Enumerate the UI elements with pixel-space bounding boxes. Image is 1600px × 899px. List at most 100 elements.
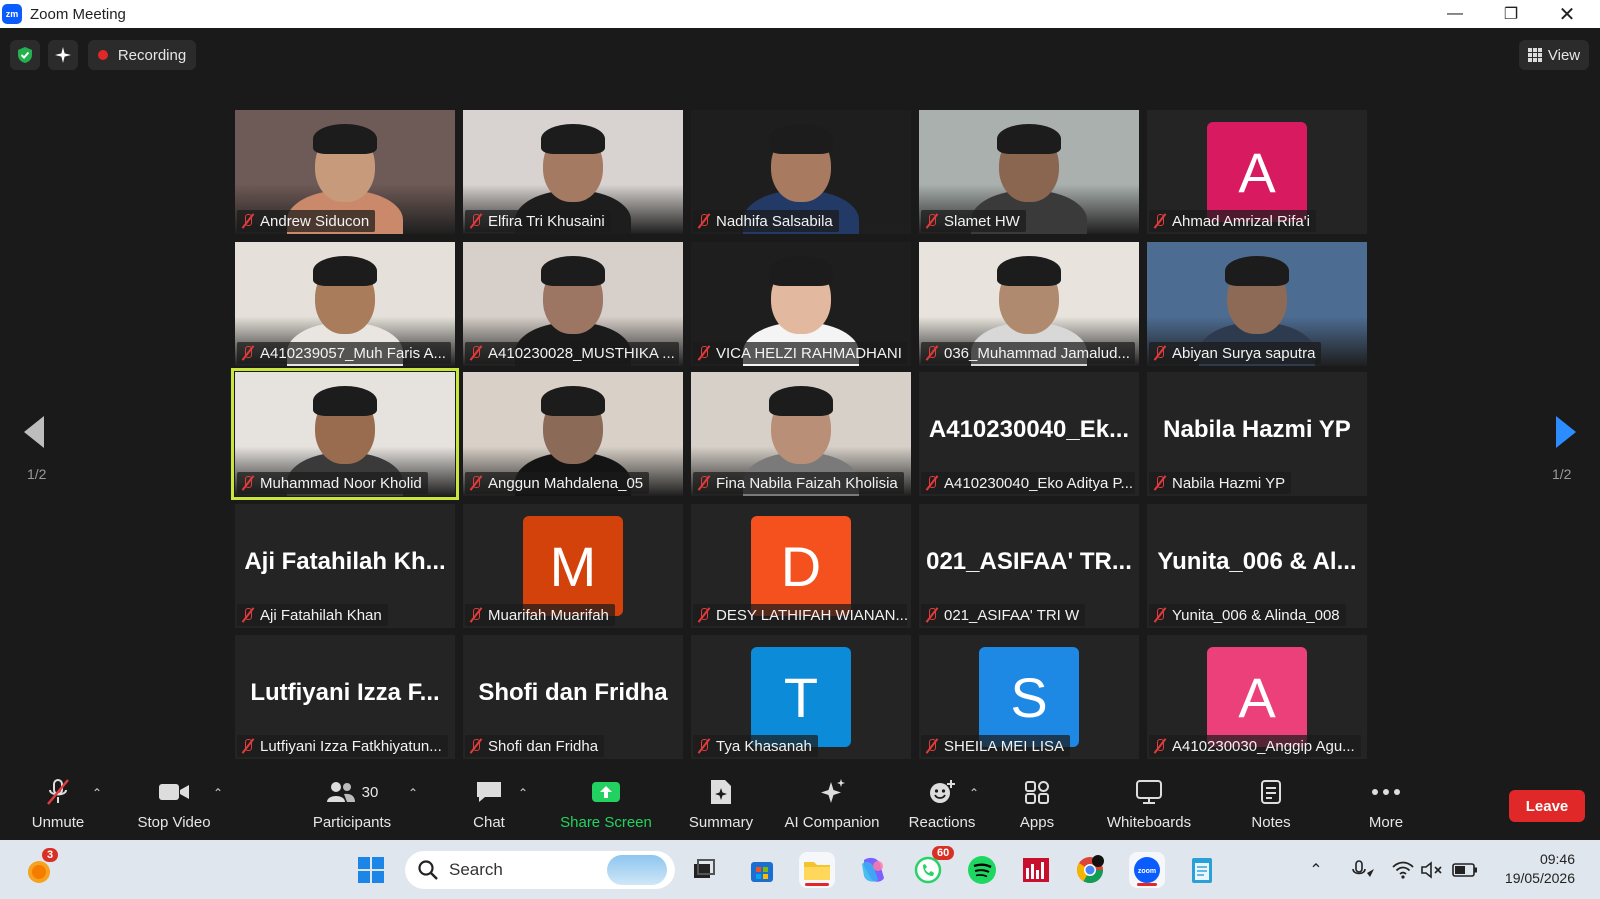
- reactions-options-caret-icon[interactable]: ⌃: [969, 786, 979, 800]
- spotify-icon[interactable]: [964, 852, 1000, 888]
- more-button[interactable]: More: [1354, 770, 1418, 840]
- participant-tile[interactable]: Muhammad Noor Kholid: [231, 368, 459, 500]
- participant-tile[interactable]: 036_Muhammad Jamalud...: [919, 242, 1139, 366]
- stop-video-button[interactable]: Stop Video: [132, 770, 216, 840]
- microsoft-store-icon[interactable]: [744, 852, 780, 888]
- chat-button[interactable]: Chat: [459, 770, 519, 840]
- previous-page-arrow-icon[interactable]: [22, 415, 46, 449]
- participant-tile[interactable]: Aji Fatahilah Kh... Aji Fatahilah Khan: [235, 504, 455, 628]
- copilot-icon[interactable]: [855, 852, 891, 888]
- participant-nametag: A410230030_Anggip Agu...: [1149, 735, 1361, 757]
- participant-tile[interactable]: S SHEILA MEI LISA: [919, 635, 1139, 759]
- participant-avatar: A: [1207, 122, 1307, 222]
- reactions-label: Reactions: [908, 814, 976, 831]
- ai-companion-label: AI Companion: [784, 814, 880, 831]
- reactions-button[interactable]: Reactions: [902, 770, 982, 840]
- participant-display-name: Nabila Hazmi YP: [1163, 416, 1351, 443]
- participant-tile[interactable]: Nabila Hazmi YP Nabila Hazmi YP: [1147, 372, 1367, 496]
- video-options-caret-icon[interactable]: ⌃: [213, 786, 223, 800]
- avatar-letter: M: [549, 534, 597, 598]
- muted-microphone-icon: [469, 607, 483, 623]
- participant-tile[interactable]: A410230028_MUSTHIKA ...: [463, 242, 683, 366]
- participant-tile[interactable]: A Ahmad Amrizal Rifa'i: [1147, 110, 1367, 234]
- notepad-icon[interactable]: [1184, 852, 1220, 888]
- participant-nametag: Aji Fatahilah Khan: [237, 604, 388, 626]
- chrome-icon[interactable]: [1072, 852, 1108, 888]
- microphone-in-use-icon[interactable]: [1349, 852, 1377, 888]
- restore-button[interactable]: ❐: [1483, 0, 1539, 28]
- muted-microphone-icon: [697, 607, 711, 623]
- unmute-button[interactable]: Unmute: [22, 770, 94, 840]
- ai-companion-sparkle-icon: [817, 770, 847, 814]
- spss-icon[interactable]: [1018, 852, 1054, 888]
- participant-tile[interactable]: 021_ASIFAA' TR... 021_ASIFAA' TRI W: [919, 504, 1139, 628]
- minimize-button[interactable]: —: [1427, 0, 1483, 28]
- whatsapp-icon[interactable]: 60: [910, 846, 955, 888]
- ai-sparkle-icon[interactable]: [48, 40, 78, 70]
- reactions-smiley-icon: [927, 770, 957, 814]
- taskbar-search-input[interactable]: Search: [405, 851, 675, 889]
- participants-button[interactable]: 30 Participants: [307, 770, 397, 840]
- avatar-letter: A: [1238, 140, 1276, 204]
- participant-tile[interactable]: Shofi dan Fridha Shofi dan Fridha: [463, 635, 683, 759]
- windows-taskbar: 3 Search 60 zoom ⌃ 09:46 19/05/2026: [0, 840, 1600, 899]
- recording-indicator[interactable]: Recording: [88, 40, 196, 70]
- apps-button[interactable]: Apps: [1005, 770, 1069, 840]
- participant-tile[interactable]: Abiyan Surya saputra: [1147, 242, 1367, 366]
- zoom-app-icon[interactable]: zoom: [1129, 852, 1165, 888]
- notes-button[interactable]: Notes: [1239, 770, 1303, 840]
- participants-label: Participants: [312, 814, 392, 831]
- file-explorer-icon[interactable]: [799, 852, 835, 888]
- leave-button[interactable]: Leave: [1509, 790, 1585, 822]
- chat-options-caret-icon[interactable]: ⌃: [518, 786, 528, 800]
- show-hidden-icons-chevron-icon[interactable]: ⌃: [1304, 852, 1328, 888]
- muted-microphone-icon: [241, 345, 255, 361]
- windows-start-icon[interactable]: [353, 852, 389, 888]
- page-indicator-right: 1/2: [1552, 466, 1572, 482]
- participant-tile[interactable]: T Tya Khasanah: [691, 635, 911, 759]
- participant-tile[interactable]: Elfira Tri Khusaini: [463, 110, 683, 234]
- participants-options-caret-icon[interactable]: ⌃: [408, 786, 418, 800]
- battery-icon[interactable]: [1450, 852, 1480, 888]
- whiteboards-button[interactable]: Whiteboards: [1100, 770, 1198, 840]
- participant-tile[interactable]: Andrew Siducon: [235, 110, 455, 234]
- summary-button[interactable]: Summary: [683, 770, 759, 840]
- participant-nametag: Slamet HW: [921, 210, 1026, 232]
- share-screen-button[interactable]: Share Screen: [556, 770, 656, 840]
- notes-icon: [1259, 770, 1283, 814]
- participant-tile[interactable]: A410239057_Muh Faris A...: [235, 242, 455, 366]
- participant-tile[interactable]: VICA HELZI RAHMADHANI: [691, 242, 911, 366]
- participant-avatar: D: [751, 516, 851, 616]
- window-title: Zoom Meeting: [30, 5, 126, 23]
- participant-tile[interactable]: Fina Nabila Faizah Kholisia: [691, 372, 911, 496]
- participant-nametag: Muarifah Muarifah: [465, 604, 615, 626]
- participant-tile[interactable]: Anggun Mahdalena_05: [463, 372, 683, 496]
- participant-tile[interactable]: A A410230030_Anggip Agu...: [1147, 635, 1367, 759]
- participant-display-name: Yunita_006 & Al...: [1157, 548, 1357, 575]
- participant-tile[interactable]: D DESY LATHIFAH WIANAN...: [691, 504, 911, 628]
- page-indicator-left: 1/2: [27, 466, 47, 482]
- participant-nametag: Abiyan Surya saputra: [1149, 342, 1322, 364]
- participant-name: 021_ASIFAA' TRI W: [944, 606, 1080, 624]
- next-page-arrow-icon[interactable]: [1554, 415, 1578, 449]
- ai-companion-button[interactable]: AI Companion: [777, 770, 887, 840]
- participant-tile[interactable]: Slamet HW: [919, 110, 1139, 234]
- wifi-icon[interactable]: [1390, 852, 1416, 888]
- participant-tile[interactable]: A410230040_Ek... A410230040_Eko Aditya P.…: [919, 372, 1139, 496]
- task-view-icon[interactable]: [686, 852, 722, 888]
- participant-tile[interactable]: Lutfiyani Izza F... Lutfiyani Izza Fatkhi…: [235, 635, 455, 759]
- muted-microphone-icon: [697, 738, 711, 754]
- participant-name: Aji Fatahilah Khan: [260, 606, 382, 624]
- participant-tile[interactable]: Nadhifa Salsabila: [691, 110, 911, 234]
- participant-name: Nadhifa Salsabila: [716, 212, 833, 230]
- view-button[interactable]: View: [1519, 40, 1589, 70]
- participant-tile[interactable]: M Muarifah Muarifah: [463, 504, 683, 628]
- participants-count: 30: [361, 783, 379, 801]
- close-button[interactable]: ✕: [1539, 0, 1595, 28]
- system-clock[interactable]: 09:46 19/05/2026: [1485, 850, 1575, 888]
- volume-muted-icon[interactable]: [1419, 852, 1445, 888]
- audio-options-caret-icon[interactable]: ⌃: [92, 786, 102, 800]
- weather-widget-icon[interactable]: 3: [22, 848, 59, 888]
- security-shield-icon[interactable]: [10, 40, 40, 70]
- participant-tile[interactable]: Yunita_006 & Al... Yunita_006 & Alinda_00…: [1147, 504, 1367, 628]
